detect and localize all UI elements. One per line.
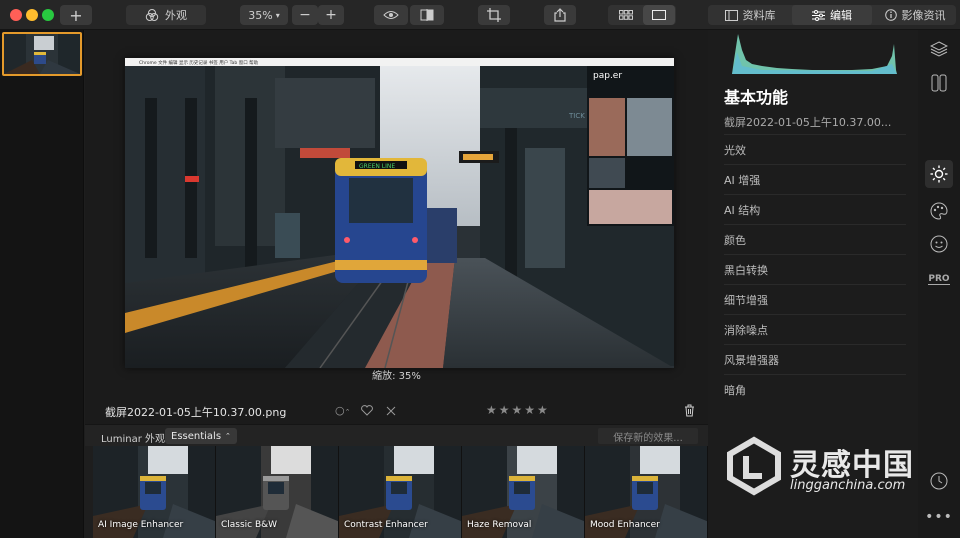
look-preset-label: Contrast Enhancer: [344, 520, 428, 530]
heart-icon[interactable]: [361, 405, 373, 416]
panel-subtitle: 截屏2022-01-05上午10.37.00...: [724, 116, 892, 129]
photo-station-sign: TICK: [568, 112, 585, 120]
looks-icon: [145, 9, 159, 21]
zoom-out-button[interactable]: −: [292, 5, 318, 25]
trash-icon[interactable]: [684, 404, 695, 417]
tab-info[interactable]: 影像资讯: [874, 5, 956, 25]
close-window-button[interactable]: [10, 9, 22, 21]
tool-item[interactable]: 颜色: [724, 224, 906, 254]
label-color-button[interactable]: ○⌃: [335, 404, 350, 417]
watermark-url: lingganchina.com: [790, 478, 906, 493]
look-preset-label: AI Image Enhancer: [98, 520, 184, 530]
looks-toggle-label: 外观: [165, 9, 187, 22]
add-photos-button[interactable]: +: [60, 5, 92, 25]
grid-view-button[interactable]: [610, 5, 642, 25]
look-preset[interactable]: Classic B&W: [216, 446, 339, 538]
tool-list: 光效 AI 增强 AI 结构 颜色 黑白转换 细节增强 消除噪点 风景增强器 暗角: [724, 134, 906, 404]
eye-icon: [383, 11, 399, 19]
tool-item[interactable]: 黑白转换: [724, 254, 906, 284]
tab-edit[interactable]: 编辑: [792, 5, 872, 25]
tab-edit-label: 编辑: [830, 9, 852, 22]
zoom-in-button[interactable]: +: [318, 5, 344, 25]
look-preset[interactable]: Haze Removal: [462, 446, 585, 538]
sun-icon[interactable]: [925, 160, 953, 188]
looks-label: Luminar 外观:: [101, 434, 169, 445]
crop-button[interactable]: [478, 5, 510, 25]
tab-info-label: 影像资讯: [901, 9, 946, 22]
crop-icon: [487, 8, 501, 22]
look-preset[interactable]: Mood Enhancer: [585, 446, 708, 538]
file-name: 截屏2022-01-05上午10.37.00.png: [105, 406, 287, 419]
looks-category-dropdown[interactable]: Essentials ⌃: [165, 428, 237, 444]
look-preset-label: Mood Enhancer: [590, 520, 660, 530]
pro-label: PRO: [928, 273, 950, 285]
zoom-dropdown[interactable]: 35% ▾: [240, 5, 288, 25]
zoom-indicator: 縮放: 35%: [372, 371, 421, 382]
tool-item[interactable]: AI 增强: [724, 164, 906, 194]
looks-strip: AI Image Enhancer Classic B&W Contrast Enh…: [93, 446, 708, 538]
filmstrip-thumbnail-selected[interactable]: [2, 32, 82, 76]
reject-icon[interactable]: [386, 406, 396, 416]
canvas-icon[interactable]: [928, 72, 950, 94]
minimize-window-button[interactable]: [26, 9, 38, 21]
tool-category-bar: PRO •••: [918, 30, 960, 538]
panel-title: 基本功能: [724, 88, 789, 107]
more-icon[interactable]: •••: [925, 506, 952, 528]
zoom-window-button[interactable]: [42, 9, 54, 21]
share-button[interactable]: [544, 5, 576, 25]
tab-library-label: 资料库: [742, 9, 776, 22]
sliders-icon: [812, 9, 825, 21]
photo-train-sign: GREEN LINE: [359, 163, 395, 170]
photo-canvas[interactable]: Chrome 文件 编辑 显示 历史记录 书签 用户 Tab 窗口 帮助 pap…: [85, 30, 708, 428]
tool-item[interactable]: 消除噪点: [724, 314, 906, 344]
info-icon: [884, 9, 897, 21]
tool-item[interactable]: 风景增强器: [724, 344, 906, 374]
grid-icon: [619, 10, 633, 20]
watermark-logo: [727, 436, 781, 496]
library-icon: [724, 9, 738, 21]
layers-icon[interactable]: [928, 38, 950, 60]
look-preset[interactable]: Contrast Enhancer: [339, 446, 462, 538]
top-toolbar: + 外观 35% ▾ − + 资料库 编辑 影像资讯: [0, 0, 960, 30]
chevron-up-icon: ⌃: [225, 432, 231, 440]
look-preset[interactable]: AI Image Enhancer: [93, 446, 216, 538]
palette-icon[interactable]: [928, 200, 950, 222]
tool-item[interactable]: 暗角: [724, 374, 906, 404]
compare-button[interactable]: [410, 5, 444, 25]
star-rating[interactable]: ★★★★★: [486, 403, 550, 417]
looks-toggle-button[interactable]: 外观: [126, 5, 206, 25]
train-station-image: Chrome 文件 编辑 显示 历史记录 书签 用户 Tab 窗口 帮助 pap…: [125, 58, 674, 368]
compare-icon: [420, 9, 434, 21]
thumbnail-image: [4, 34, 80, 74]
share-icon: [554, 8, 566, 22]
history-icon[interactable]: [928, 470, 950, 492]
look-preset-label: Classic B&W: [221, 520, 278, 530]
preview-toggle-button[interactable]: [374, 5, 408, 25]
look-preset-label: Haze Removal: [467, 520, 532, 530]
pro-icon[interactable]: PRO: [928, 268, 950, 290]
photo-preview[interactable]: Chrome 文件 编辑 显示 历史记录 书签 用户 Tab 窗口 帮助 pap…: [125, 58, 674, 368]
photo-menubar-text: Chrome 文件 编辑 显示 历史记录 书签 用户 Tab 窗口 帮助: [139, 59, 259, 66]
tool-item[interactable]: 细节增强: [724, 284, 906, 314]
filmstrip: [0, 30, 84, 538]
single-view-icon: [652, 10, 666, 20]
looks-bar: Luminar 外观: Essentials ⌃ 保存新的效果...: [85, 424, 708, 446]
histogram: [732, 34, 897, 74]
file-info-bar: 截屏2022-01-05上午10.37.00.png ○⌃ ★★★★★: [85, 398, 708, 424]
save-look-button[interactable]: 保存新的效果...: [598, 428, 698, 444]
tab-library[interactable]: 资料库: [710, 5, 790, 25]
photo-overlay-brand: pap.er: [593, 71, 622, 81]
tool-item[interactable]: 光效: [724, 134, 906, 164]
watermark: 灵感中国 lingganchina.com: [724, 436, 924, 496]
single-view-button[interactable]: [643, 5, 675, 25]
zoom-value: 35%: [248, 8, 273, 22]
looks-category-value: Essentials: [171, 430, 222, 442]
tool-item[interactable]: AI 结构: [724, 194, 906, 224]
face-icon[interactable]: [928, 233, 950, 255]
chevron-down-icon: ▾: [275, 10, 280, 20]
